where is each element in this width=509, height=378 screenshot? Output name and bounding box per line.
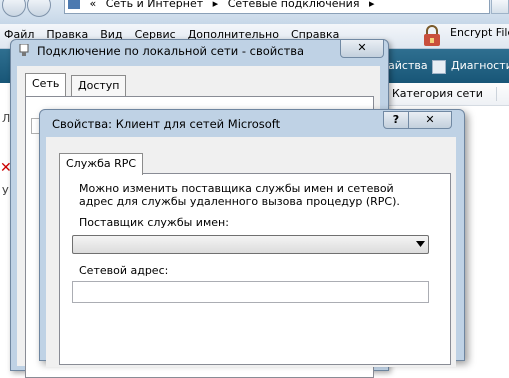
close-icon: ✕	[357, 41, 367, 54]
left-fragment: У	[2, 185, 9, 198]
network-address-input[interactable]	[72, 281, 429, 303]
help-button[interactable]: ?	[383, 111, 409, 129]
tab-sharing[interactable]: Доступ	[71, 75, 127, 96]
close-icon: ✕	[425, 113, 435, 126]
name-service-provider-label: Поставщик службы имен:	[79, 216, 229, 229]
tab-rpc-label: Служба RPC	[66, 157, 137, 170]
breadcrumb-separator: ▸	[368, 0, 375, 10]
dialog-title: Подключение по локальной сети - свойства	[37, 44, 305, 58]
chevron-down-icon	[416, 241, 425, 247]
network-folder-icon	[68, 0, 80, 9]
dialog-title: Свойства: Клиент для сетей Microsoft	[52, 117, 281, 131]
dialog-body: Служба RPC Можно изменить поставщика слу…	[46, 137, 456, 367]
close-button[interactable]: ✕	[408, 111, 452, 129]
encrypt-file-label[interactable]: Encrypt File	[450, 26, 509, 39]
toolbar-properties-fragment[interactable]: айства	[388, 49, 428, 83]
tab-network-label: Сеть	[32, 77, 60, 90]
close-button[interactable]: ✕	[340, 39, 384, 58]
network-address-label: Сетевой адрес:	[79, 264, 169, 277]
column-header-label: Категория сети	[392, 87, 483, 100]
tab-rpc-service[interactable]: Служба RPC	[59, 153, 144, 175]
back-button[interactable]	[2, 0, 26, 17]
diagnostics-icon	[432, 60, 446, 74]
toolbar-diagnostics[interactable]: Диагности	[451, 49, 509, 83]
breadcrumb-separator: ▸	[212, 0, 219, 10]
address-chevron: «	[89, 0, 97, 10]
forward-button[interactable]	[27, 0, 51, 17]
tab-sharing-label: Доступ	[78, 79, 120, 92]
address-bar[interactable]: « Сеть и Интернет ▸ Сетевые подключения …	[64, 0, 490, 14]
lock-icon	[424, 25, 440, 46]
name-service-provider-dropdown[interactable]	[72, 235, 429, 254]
column-header-network-category[interactable]: Категория сети	[384, 83, 509, 106]
rpc-description: Можно изменить поставщика службы имен и …	[79, 182, 400, 208]
tab-network[interactable]: Сеть	[25, 73, 67, 96]
breadcrumb-network[interactable]: Сеть и Интернет	[106, 0, 203, 10]
help-icon: ?	[392, 113, 400, 126]
breadcrumb-connections[interactable]: Сетевые подключения	[228, 0, 360, 10]
column-divider	[496, 87, 497, 101]
explorer-navigation-bar: « Сеть и Интернет ▸ Сетевые подключения …	[0, 0, 509, 25]
refresh-button[interactable]	[491, 0, 509, 14]
network-adapter-icon	[19, 44, 29, 56]
ms-client-properties-dialog: Свойства: Клиент для сетей Microsoft ? ✕…	[39, 109, 465, 367]
tab-panel: Можно изменить поставщика службы имен и …	[59, 173, 451, 365]
